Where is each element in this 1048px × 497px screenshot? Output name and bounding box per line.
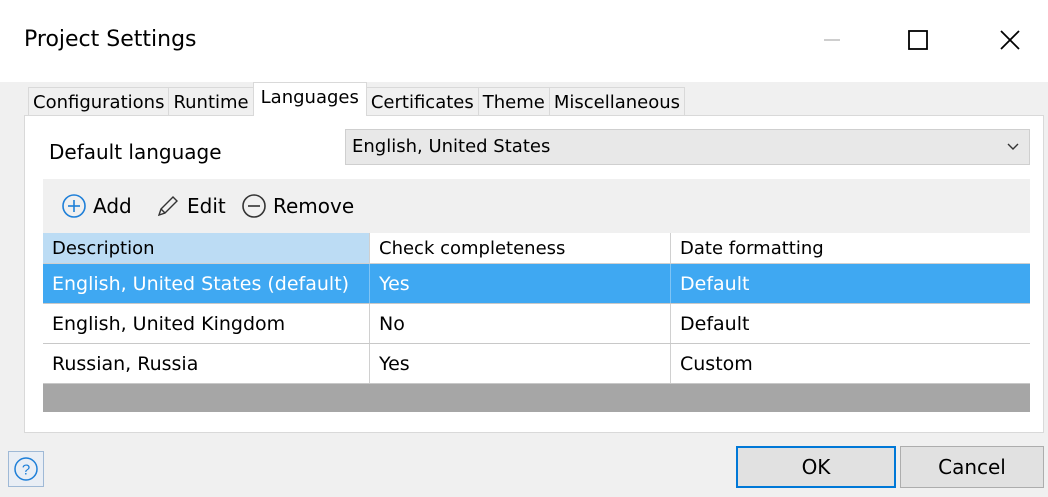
chevron-down-icon [1007,143,1019,150]
cell-date-formatting: Default [680,312,750,335]
help-button[interactable]: ? [8,451,44,487]
remove-label: Remove [273,194,355,218]
tab-miscellaneous[interactable]: Miscellaneous [548,87,686,116]
language-toolbar: Add Edit Remove [43,179,1030,233]
cell-check-completeness: Yes [370,344,671,383]
remove-button[interactable]: Remove [241,179,354,233]
settings-tabs: Configurations Runtime Languages Certifi… [28,82,686,116]
help-icon: ? [14,457,38,481]
cell-description: Russian, Russia [43,344,370,383]
tab-runtime[interactable]: Runtime [168,87,254,116]
table-row[interactable]: English, United Kingdom No Default [43,304,1030,344]
close-button[interactable] [990,20,1030,60]
tab-certificates[interactable]: Certificates [365,87,479,116]
minimize-icon [824,39,840,41]
tab-configurations[interactable]: Configurations [28,87,170,116]
languages-table: Description Check completeness Date form… [43,233,1030,412]
default-language-select[interactable]: English, United States [345,129,1030,165]
cancel-button[interactable]: Cancel [900,446,1044,488]
cell-date-formatting: Default [680,272,750,295]
column-header-date-formatting[interactable]: Date formatting [671,233,1030,263]
languages-panel: Default language English, United States … [24,115,1044,433]
minimize-button[interactable] [812,20,852,60]
remove-circle-icon [242,194,266,218]
cell-description: English, United Kingdom [43,304,370,343]
window-title: Project Settings [24,27,197,52]
tab-theme[interactable]: Theme [477,87,550,116]
help-glyph: ? [22,462,30,479]
cell-check-completeness: No [370,304,671,343]
ok-button[interactable]: OK [736,446,896,488]
edit-label: Edit [187,194,226,218]
table-row[interactable]: English, United States (default) Yes Def… [43,264,1030,304]
column-header-check-completeness[interactable]: Check completeness [370,233,671,263]
table-header: Description Check completeness Date form… [43,233,1030,264]
edit-button[interactable]: Edit [155,179,226,233]
add-button[interactable]: Add [61,179,132,233]
default-language-value: English, United States [352,136,551,157]
tab-languages[interactable]: Languages [252,82,367,116]
project-settings-dialog: Project Settings Configurations Runtime … [0,0,1048,497]
add-circle-icon [62,194,86,218]
cell-check-completeness: Yes [370,264,671,303]
pencil-icon [157,196,178,217]
close-icon [1000,30,1020,50]
title-bar: Project Settings [0,0,1048,82]
cell-description: English, United States (default) [43,264,370,303]
default-language-label: Default language [49,140,222,164]
maximize-button[interactable] [898,20,938,60]
maximize-icon [908,30,928,50]
table-row[interactable]: Russian, Russia Yes Custom [43,344,1030,384]
add-label: Add [93,194,132,218]
column-header-description[interactable]: Description [43,233,370,263]
cell-date-formatting: Custom [680,352,753,375]
